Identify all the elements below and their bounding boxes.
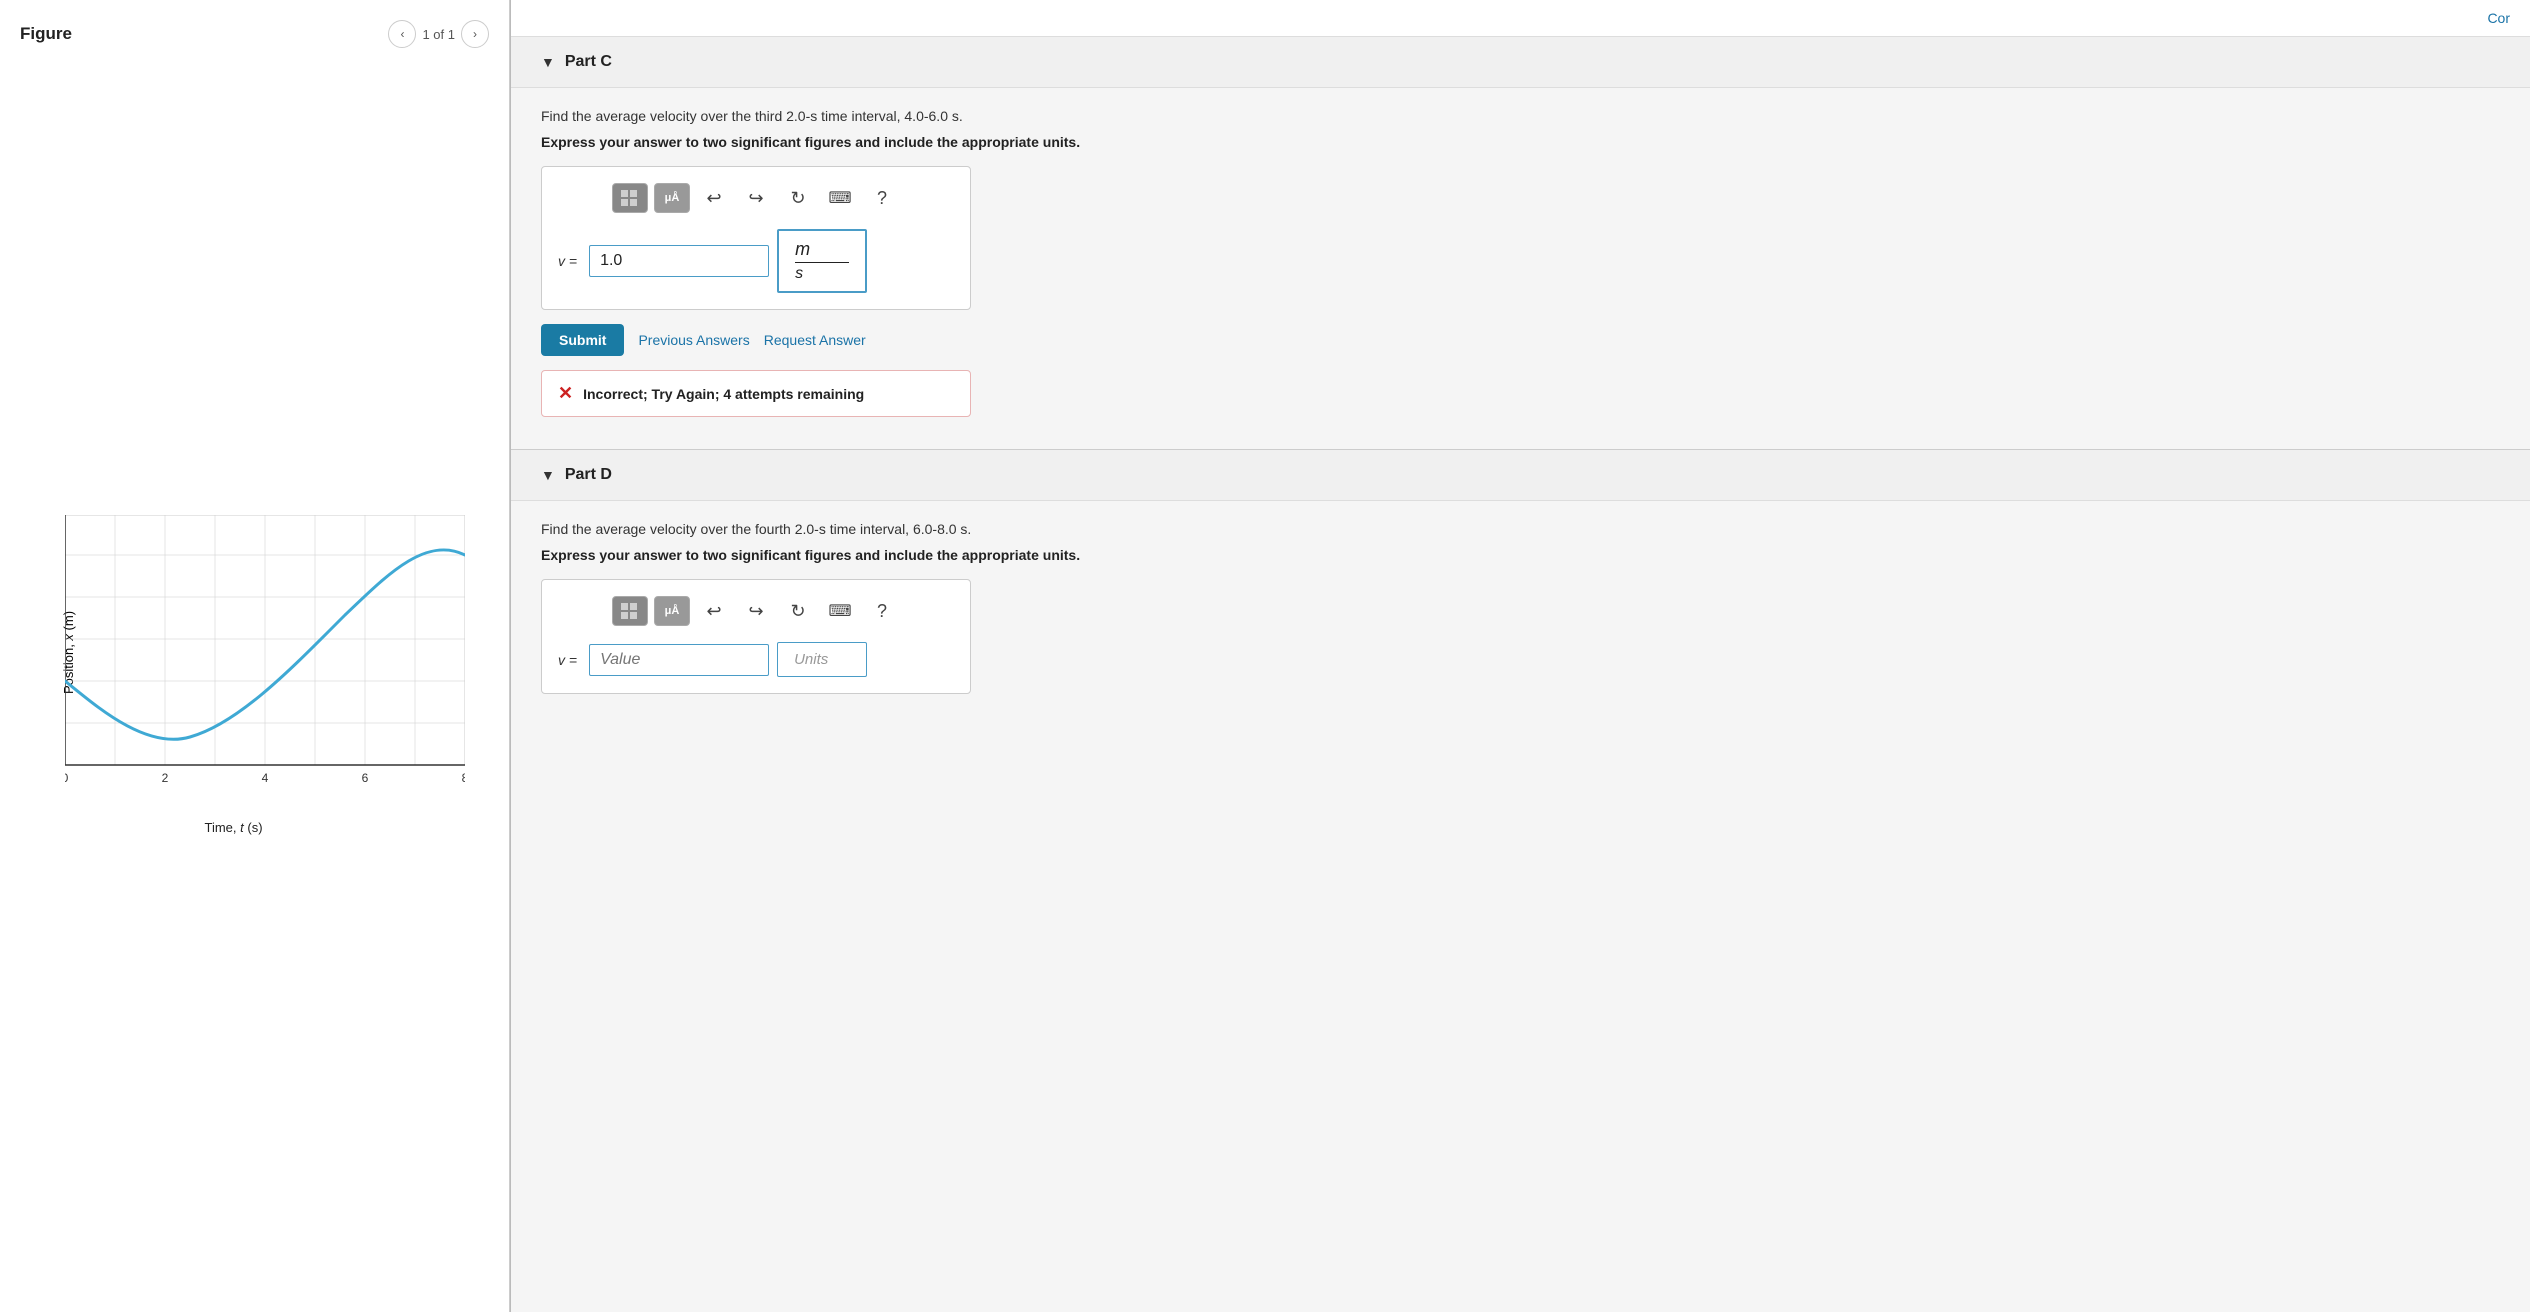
prev-figure-button[interactable]: ‹ xyxy=(388,20,416,48)
units-button-d[interactable]: μÅ xyxy=(654,596,690,626)
matrix-button-c[interactable] xyxy=(612,183,648,213)
next-figure-button[interactable]: › xyxy=(461,20,489,48)
svg-text:2: 2 xyxy=(161,771,168,785)
help-button-d[interactable]: ? xyxy=(864,596,900,626)
part-c-instruction: Express your answer to two significant f… xyxy=(541,134,2500,150)
part-d-variable-label: v = xyxy=(558,652,577,668)
part-d-header: ▼ Part D xyxy=(511,450,2530,501)
part-d-value-input[interactable] xyxy=(589,644,769,676)
undo-button-c[interactable]: ↩ xyxy=(696,183,732,213)
x-axis-label: Time, t (s) xyxy=(205,820,263,835)
part-c-unit-numerator: m xyxy=(795,239,849,263)
graph-wrap: Position, x (m) xyxy=(25,515,485,835)
part-d-collapse-arrow[interactable]: ▼ xyxy=(541,467,555,483)
part-d-toolbar: μÅ ↩ ↪ ↻ ⌨ ? xyxy=(558,596,954,626)
graph-svg: 0 5 10 15 20 25 30 0 2 4 6 8 xyxy=(65,515,465,805)
redo-button-d[interactable]: ↪ xyxy=(738,596,774,626)
part-c-variable-label: v = xyxy=(558,253,577,269)
part-d-input-row: v = Units xyxy=(558,642,954,677)
part-c-header: ▼ Part C xyxy=(511,37,2530,88)
top-bar: Cor xyxy=(511,0,2530,37)
part-c-section: ▼ Part C Find the average velocity over … xyxy=(511,37,2530,447)
part-d-title: Part D xyxy=(565,466,612,484)
part-c-question: Find the average velocity over the third… xyxy=(541,108,2500,124)
svg-text:8: 8 xyxy=(461,771,464,785)
figure-nav: ‹ 1 of 1 › xyxy=(388,20,489,48)
help-button-c[interactable]: ? xyxy=(864,183,900,213)
part-c-value-input[interactable] xyxy=(589,245,769,277)
redo-button-c[interactable]: ↪ xyxy=(738,183,774,213)
part-c-collapse-arrow[interactable]: ▼ xyxy=(541,54,555,70)
part-d-answer-box: μÅ ↩ ↪ ↻ ⌨ ? v = Units xyxy=(541,579,971,694)
part-d-body: Find the average velocity over the fourt… xyxy=(511,501,2530,724)
part-c-action-row: Submit Previous Answers Request Answer xyxy=(541,324,2500,356)
part-d-question: Find the average velocity over the fourt… xyxy=(541,521,2500,537)
keyboard-button-d[interactable]: ⌨ xyxy=(822,596,858,626)
part-c-status-box: ✕ Incorrect; Try Again; 4 attempts remai… xyxy=(541,370,971,417)
part-d-instruction: Express your answer to two significant f… xyxy=(541,547,2500,563)
part-c-toolbar: μÅ ↩ ↪ ↻ ⌨ ? xyxy=(558,183,954,213)
figure-nav-count: 1 of 1 xyxy=(422,27,455,42)
part-c-input-row: v = m s xyxy=(558,229,954,293)
figure-title: Figure xyxy=(20,24,72,44)
part-d-section: ▼ Part D Find the average velocity over … xyxy=(511,450,2530,724)
part-c-units-display[interactable]: m s xyxy=(777,229,867,293)
undo-button-d[interactable]: ↩ xyxy=(696,596,732,626)
submit-button-c[interactable]: Submit xyxy=(541,324,624,356)
left-panel: Figure ‹ 1 of 1 › Position, x (m) xyxy=(0,0,510,1312)
keyboard-button-c[interactable]: ⌨ xyxy=(822,183,858,213)
error-icon-c: ✕ xyxy=(558,383,573,404)
graph-container: Position, x (m) xyxy=(20,58,489,1292)
units-button-c[interactable]: μÅ xyxy=(654,183,690,213)
topbar-link[interactable]: Cor xyxy=(2487,10,2510,26)
previous-answers-button-c[interactable]: Previous Answers xyxy=(638,332,749,348)
part-d-units-placeholder: Units xyxy=(794,651,828,668)
svg-text:0: 0 xyxy=(65,771,69,785)
request-answer-button-c[interactable]: Request Answer xyxy=(764,332,866,348)
svg-text:6: 6 xyxy=(361,771,368,785)
part-c-unit-denominator: s xyxy=(795,265,849,283)
svg-text:4: 4 xyxy=(261,771,268,785)
refresh-button-d[interactable]: ↻ xyxy=(780,596,816,626)
part-c-status-text: Incorrect; Try Again; 4 attempts remaini… xyxy=(583,386,864,402)
right-panel: Cor ▼ Part C Find the average velocity o… xyxy=(511,0,2530,1312)
part-d-units-display[interactable]: Units xyxy=(777,642,867,677)
matrix-button-d[interactable] xyxy=(612,596,648,626)
part-c-body: Find the average velocity over the third… xyxy=(511,88,2530,447)
refresh-button-c[interactable]: ↻ xyxy=(780,183,816,213)
figure-header: Figure ‹ 1 of 1 › xyxy=(20,20,489,48)
part-c-answer-box: μÅ ↩ ↪ ↻ ⌨ ? v = m s xyxy=(541,166,971,310)
part-c-title: Part C xyxy=(565,53,612,71)
